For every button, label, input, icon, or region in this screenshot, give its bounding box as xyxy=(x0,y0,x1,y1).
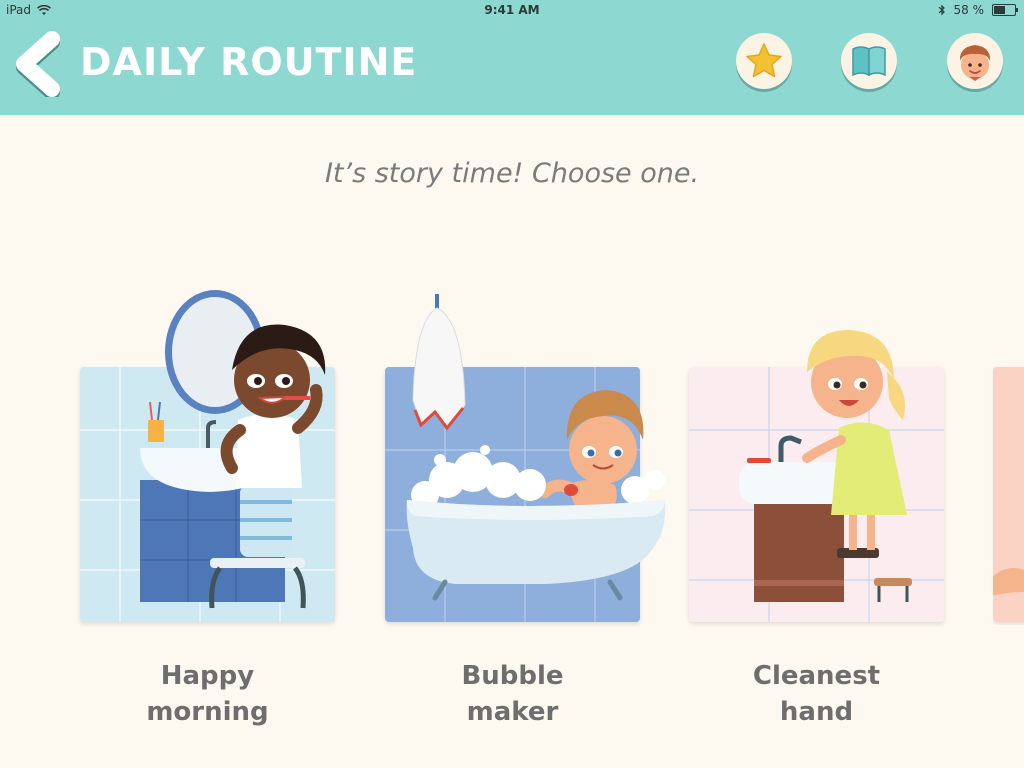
story-prompt: It’s story time! Choose one. xyxy=(324,158,700,189)
battery-icon xyxy=(992,4,1018,16)
story-title-line1: Happy xyxy=(160,661,255,691)
girl-washing-hands-illustration xyxy=(689,330,944,622)
stars-button[interactable] xyxy=(736,33,792,89)
page-title: DAILY ROUTINE xyxy=(80,40,418,84)
battery-percent: 58 % xyxy=(953,3,985,17)
boy-in-bathtub-illustration xyxy=(385,294,666,622)
story-title: Cleanest hand xyxy=(689,658,944,730)
boy-brushing-teeth-illustration xyxy=(80,290,335,622)
story-title-line1: Bubble xyxy=(461,661,564,691)
back-button[interactable] xyxy=(12,31,62,100)
profile-button[interactable] xyxy=(947,33,1003,89)
story-title-line2: morning xyxy=(146,697,269,727)
story-card-cleanest-hand[interactable]: Cleanest hand xyxy=(689,280,944,730)
story-title: Happy morning xyxy=(80,658,335,730)
star-icon xyxy=(746,43,782,78)
story-card-partial[interactable] xyxy=(993,280,1024,625)
story-title-line1: Cleanest xyxy=(752,661,881,691)
app-header: DAILY ROUTINE xyxy=(0,22,1024,115)
status-time: 9:41 AM xyxy=(484,3,540,17)
status-bar: iPad 9:41 AM 58 % xyxy=(0,0,1024,22)
story-title-line2: maker xyxy=(466,697,559,727)
book-icon xyxy=(852,46,886,77)
story-title: Bubble maker xyxy=(385,658,640,730)
story-card-happy-morning[interactable]: Happy morning xyxy=(80,280,335,730)
story-card-bubble-maker[interactable]: Bubble maker xyxy=(385,280,666,730)
chevron-left-icon xyxy=(16,31,60,100)
avatar-icon xyxy=(959,45,991,81)
library-button[interactable] xyxy=(841,33,897,89)
partial-illustration xyxy=(993,568,1024,596)
bluetooth-icon xyxy=(938,4,945,16)
story-title-line2: hand xyxy=(779,697,854,727)
